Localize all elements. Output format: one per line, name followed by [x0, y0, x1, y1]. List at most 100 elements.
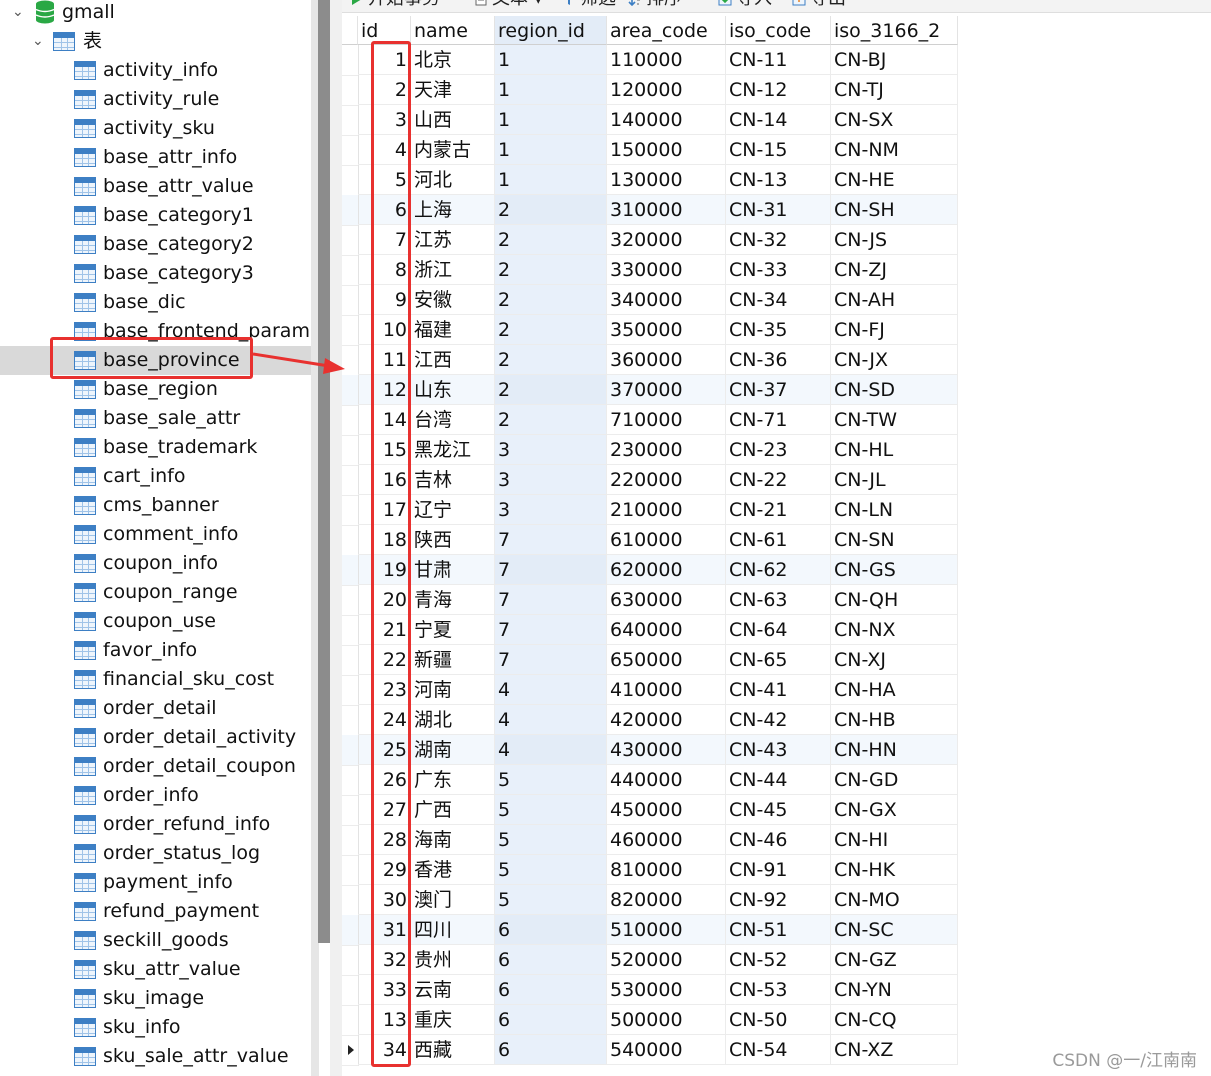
row-selector[interactable]	[342, 915, 359, 946]
cell-iso-3166-2[interactable]: CN-GD	[831, 765, 958, 795]
cell-area-code[interactable]: 320000	[607, 225, 726, 255]
cell-area-code[interactable]: 140000	[607, 105, 726, 135]
cell-region-id[interactable]: 7	[495, 645, 607, 675]
cell-area-code[interactable]: 510000	[607, 915, 726, 945]
cell-name[interactable]: 山东	[411, 375, 495, 405]
cell-region-id[interactable]: 2	[495, 315, 607, 345]
cell-iso-code[interactable]: CN-64	[726, 615, 831, 645]
column-header-iso-code[interactable]: iso_code	[726, 16, 831, 45]
cell-region-id[interactable]: 3	[495, 495, 607, 525]
begin-transaction-button[interactable]: 开始事务	[350, 0, 440, 12]
row-selector[interactable]	[342, 165, 359, 196]
tree-item-favor-info[interactable]: favor_info	[0, 636, 311, 665]
cell-area-code[interactable]: 210000	[607, 495, 726, 525]
cell-area-code[interactable]: 150000	[607, 135, 726, 165]
cell-name[interactable]: 四川	[411, 915, 495, 945]
tree-item-activity-rule[interactable]: activity_rule	[0, 85, 311, 114]
table-row[interactable]: 25 湖南 4 430000 CN-43 CN-HN	[342, 735, 958, 766]
cell-name[interactable]: 新疆	[411, 645, 495, 675]
tree-scrollbar-thumb[interactable]	[318, 0, 330, 943]
row-selector[interactable]	[342, 945, 359, 976]
cell-region-id[interactable]: 2	[495, 405, 607, 435]
cell-area-code[interactable]: 440000	[607, 765, 726, 795]
cell-name[interactable]: 湖南	[411, 735, 495, 765]
cell-iso-code[interactable]: CN-13	[726, 165, 831, 195]
row-selector[interactable]	[342, 645, 359, 676]
cell-iso-3166-2[interactable]: CN-YN	[831, 975, 958, 1005]
row-selector[interactable]	[342, 765, 359, 796]
column-header-area-code[interactable]: area_code	[607, 16, 726, 45]
cell-iso-3166-2[interactable]: CN-HK	[831, 855, 958, 885]
cell-area-code[interactable]: 130000	[607, 165, 726, 195]
cell-region-id[interactable]: 5	[495, 855, 607, 885]
cell-iso-code[interactable]: CN-33	[726, 255, 831, 285]
cell-area-code[interactable]: 820000	[607, 885, 726, 915]
cell-iso-code[interactable]: CN-91	[726, 855, 831, 885]
row-selector[interactable]	[342, 525, 359, 556]
cell-name[interactable]: 江苏	[411, 225, 495, 255]
row-selector[interactable]	[342, 1005, 359, 1036]
cell-area-code[interactable]: 110000	[607, 45, 726, 75]
tree-item-sku-info[interactable]: sku_info	[0, 1013, 311, 1042]
cell-area-code[interactable]: 540000	[607, 1035, 726, 1065]
import-button[interactable]: 导入	[718, 0, 772, 12]
cell-area-code[interactable]: 410000	[607, 675, 726, 705]
cell-iso-code[interactable]: CN-71	[726, 405, 831, 435]
tree-item-order-refund-info[interactable]: order_refund_info	[0, 810, 311, 839]
cell-region-id[interactable]: 2	[495, 345, 607, 375]
table-row[interactable]: 13 重庆 6 500000 CN-50 CN-CQ	[342, 1005, 958, 1036]
cell-region-id[interactable]: 1	[495, 165, 607, 195]
cell-iso-3166-2[interactable]: CN-QH	[831, 585, 958, 615]
cell-iso-3166-2[interactable]: CN-GZ	[831, 945, 958, 975]
table-row[interactable]: 19 甘肃 7 620000 CN-62 CN-GS	[342, 555, 958, 586]
tree-item-refund-payment[interactable]: refund_payment	[0, 897, 311, 926]
cell-name[interactable]: 广东	[411, 765, 495, 795]
tree-item-seckill-goods[interactable]: seckill_goods	[0, 926, 311, 955]
cell-name[interactable]: 内蒙古	[411, 135, 495, 165]
column-header-name[interactable]: name	[411, 16, 495, 45]
cell-name[interactable]: 青海	[411, 585, 495, 615]
table-row[interactable]: 23 河南 4 410000 CN-41 CN-HA	[342, 675, 958, 706]
cell-iso-code[interactable]: CN-45	[726, 795, 831, 825]
chevron-down-icon[interactable]: ⌄	[12, 0, 24, 27]
table-row[interactable]: 28 海南 5 460000 CN-46 CN-HI	[342, 825, 958, 856]
cell-iso-code[interactable]: CN-51	[726, 915, 831, 945]
cell-name[interactable]: 吉林	[411, 465, 495, 495]
tree-item-sku-image[interactable]: sku_image	[0, 984, 311, 1013]
cell-iso-3166-2[interactable]: CN-GS	[831, 555, 958, 585]
row-selector[interactable]	[342, 675, 359, 706]
cell-region-id[interactable]: 3	[495, 465, 607, 495]
tree-item-coupon-info[interactable]: coupon_info	[0, 549, 311, 578]
table-row[interactable]: 6 上海 2 310000 CN-31 CN-SH	[342, 195, 958, 226]
cell-area-code[interactable]: 310000	[607, 195, 726, 225]
cell-iso-3166-2[interactable]: CN-SX	[831, 105, 958, 135]
cell-area-code[interactable]: 620000	[607, 555, 726, 585]
cell-area-code[interactable]: 230000	[607, 435, 726, 465]
tree-item-base-category3[interactable]: base_category3	[0, 259, 311, 288]
table-row[interactable]: 14 台湾 2 710000 CN-71 CN-TW	[342, 405, 958, 436]
cell-name[interactable]: 北京	[411, 45, 495, 75]
cell-iso-code[interactable]: CN-12	[726, 75, 831, 105]
cell-region-id[interactable]: 2	[495, 195, 607, 225]
row-selector[interactable]	[342, 615, 359, 646]
tree-item-base-category2[interactable]: base_category2	[0, 230, 311, 259]
cell-iso-3166-2[interactable]: CN-SC	[831, 915, 958, 945]
cell-area-code[interactable]: 530000	[607, 975, 726, 1005]
cell-region-id[interactable]: 4	[495, 735, 607, 765]
cell-region-id[interactable]: 1	[495, 105, 607, 135]
cell-name[interactable]: 河北	[411, 165, 495, 195]
tree-item-sku-attr-value[interactable]: sku_attr_value	[0, 955, 311, 984]
cell-iso-code[interactable]: CN-63	[726, 585, 831, 615]
row-selector[interactable]	[342, 105, 359, 136]
row-selector[interactable]	[342, 495, 359, 526]
cell-name[interactable]: 云南	[411, 975, 495, 1005]
tree-item-sku-sale-attr-value[interactable]: sku_sale_attr_value	[0, 1042, 311, 1071]
row-selector[interactable]	[342, 225, 359, 256]
cell-region-id[interactable]: 5	[495, 885, 607, 915]
table-row[interactable]: 26 广东 5 440000 CN-44 CN-GD	[342, 765, 958, 796]
cell-name[interactable]: 天津	[411, 75, 495, 105]
cell-name[interactable]: 西藏	[411, 1035, 495, 1065]
cell-iso-code[interactable]: CN-23	[726, 435, 831, 465]
cell-iso-3166-2[interactable]: CN-XJ	[831, 645, 958, 675]
cell-region-id[interactable]: 1	[495, 45, 607, 75]
